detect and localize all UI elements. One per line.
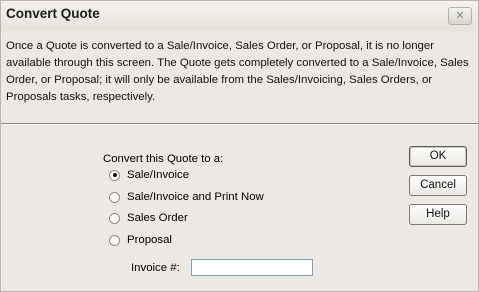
radio-button-checked[interactable] [109, 169, 120, 181]
radio-button[interactable] [109, 212, 120, 224]
close-button[interactable]: ✕ [448, 7, 472, 25]
ok-button[interactable]: OK [409, 146, 467, 167]
radio-proposal[interactable]: Proposal [109, 234, 172, 246]
separator-line [1, 123, 478, 125]
cancel-button[interactable]: Cancel [409, 175, 467, 196]
invoice-number-input[interactable] [191, 259, 313, 276]
radio-label: Sale/Invoice [127, 169, 190, 181]
invoice-number-label: Invoice #: [131, 262, 180, 274]
dialog-title: Convert Quote [6, 6, 100, 21]
description-text: Once a Quote is converted to a Sale/Invo… [6, 40, 469, 103]
radio-sale-invoice-print-now[interactable]: Sale/Invoice and Print Now [109, 191, 264, 203]
close-icon: ✕ [455, 10, 465, 22]
radio-label: Sales Order [127, 212, 188, 224]
radio-sales-order[interactable]: Sales Order [109, 212, 188, 224]
radio-button[interactable] [109, 191, 120, 203]
radio-label: Proposal [127, 234, 172, 246]
help-button[interactable]: Help [409, 204, 467, 225]
title-bar[interactable]: Convert Quote ✕ [1, 1, 478, 31]
radio-button[interactable] [109, 234, 120, 246]
radio-label: Sale/Invoice and Print Now [127, 191, 264, 203]
convert-to-label: Convert this Quote to a: [103, 153, 224, 165]
radio-sale-invoice[interactable]: Sale/Invoice [109, 169, 189, 181]
convert-quote-dialog: Convert Quote ✕ Once a Quote is converte… [0, 0, 479, 292]
